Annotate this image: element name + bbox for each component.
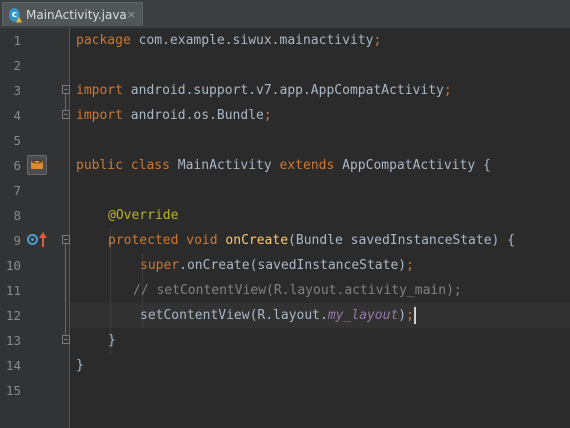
line-number: 8 xyxy=(13,208,21,223)
gutter-row: 12 xyxy=(0,303,70,328)
gutter-row: 11 xyxy=(0,278,70,303)
line-number: 4 xyxy=(13,108,21,123)
gutter-row: 1 xyxy=(0,28,70,53)
xml-tag-icon xyxy=(31,158,43,169)
code-line-4: import android.os.Bundle; xyxy=(76,103,272,128)
code-line-11: // setContentView(R.layout.activity_main… xyxy=(133,278,462,303)
code-line-10: super.onCreate(savedInstanceState); xyxy=(140,253,414,278)
method-params: (Bundle savedInstanceState) { xyxy=(288,233,516,248)
code-line-8: @Override xyxy=(108,203,178,228)
fold-bracket xyxy=(65,244,66,335)
semicolon: ; xyxy=(406,308,414,323)
fold-end-imports-icon[interactable] xyxy=(62,110,70,119)
code-line-13: } xyxy=(108,328,116,353)
keyword: super xyxy=(140,258,180,273)
line-number: 13 xyxy=(5,333,21,348)
import-path: android.support.v7.app.AppCompatActivity xyxy=(122,83,444,98)
line-number: 5 xyxy=(13,133,21,148)
semicolon: ; xyxy=(263,108,272,123)
layout-field: my_layout xyxy=(327,308,399,323)
line-number: 1 xyxy=(13,33,21,48)
java-class-icon: c xyxy=(9,7,20,22)
tab-title: MainActivity.java xyxy=(26,7,127,22)
brace: { xyxy=(483,158,491,173)
brace: } xyxy=(76,358,84,373)
fold-end-method-icon[interactable] xyxy=(62,335,70,344)
method-call: setContentView(R.layout. xyxy=(140,308,328,323)
code-editor[interactable]: package com.example.siwux.mainactivity; … xyxy=(70,28,570,428)
line-number: 3 xyxy=(13,83,21,98)
gutter-row: 14 xyxy=(0,353,70,378)
code-line-9: protected void onCreate(Bundle savedInst… xyxy=(108,228,515,253)
line-number: 15 xyxy=(5,383,21,398)
close-paren: ) xyxy=(398,308,407,323)
line-number: 6 xyxy=(13,158,21,173)
keyword: class xyxy=(130,158,170,173)
fold-bracket xyxy=(65,94,66,110)
method-call: .onCreate(savedInstanceState) xyxy=(179,258,407,273)
text-caret xyxy=(413,307,416,324)
gutter-row: 7 xyxy=(0,178,70,203)
code-line-3: import android.support.v7.app.AppCompatA… xyxy=(76,78,452,103)
ide-editor-window: c MainActivity.java × 1 2 3 4 5 6 7 xyxy=(0,0,570,428)
keyword: package xyxy=(76,33,131,48)
gutter-row: 13 xyxy=(0,328,70,353)
gutter-row: 5 xyxy=(0,128,70,153)
method-name: onCreate xyxy=(225,233,289,248)
gutter-row: 6 xyxy=(0,153,70,178)
tab-main-activity[interactable]: c MainActivity.java × xyxy=(2,2,143,26)
code-line-12: setContentView(R.layout.my_layout); xyxy=(140,303,416,328)
keyword: extends xyxy=(279,158,335,173)
semicolon: ; xyxy=(406,258,414,273)
override-method-icon[interactable] xyxy=(27,234,38,245)
gutter-row: 8 xyxy=(0,203,70,228)
annotation: @Override xyxy=(108,208,179,223)
line-number: 9 xyxy=(13,233,21,248)
editor-gutter: 1 2 3 4 5 6 7 8 9 xyxy=(0,28,70,428)
package-name: com.example.siwux.mainactivity xyxy=(130,33,374,48)
gutter-row: 15 xyxy=(0,378,70,403)
line-number: 7 xyxy=(13,183,21,198)
brace: } xyxy=(108,333,116,348)
line-number: 2 xyxy=(13,58,21,73)
parent-class: AppCompatActivity xyxy=(342,158,476,173)
fold-imports-icon[interactable] xyxy=(62,85,70,94)
line-comment: // setContentView(R.layout.activity_main… xyxy=(133,283,462,298)
code-line-1: package com.example.siwux.mainactivity; xyxy=(76,28,381,53)
override-up-arrow-icon[interactable] xyxy=(39,232,47,248)
line-number: 14 xyxy=(5,358,21,373)
keyword: import xyxy=(76,83,123,98)
keyword: import xyxy=(76,108,123,123)
gutter-row: 2 xyxy=(0,53,70,78)
editor-tab-bar: c MainActivity.java × xyxy=(0,0,570,29)
fold-method-icon[interactable] xyxy=(62,235,70,244)
gutter-row: 9 xyxy=(0,228,70,253)
keyword: protected xyxy=(108,233,179,248)
code-line-14: } xyxy=(76,353,84,378)
code-line-6: public class MainActivity extends AppCom… xyxy=(76,153,491,178)
gutter-row: 10 xyxy=(0,253,70,278)
semicolon: ; xyxy=(443,83,452,98)
gutter-row: 4 xyxy=(0,103,70,128)
gutter-row: 3 xyxy=(0,78,70,103)
class-name: MainActivity xyxy=(177,158,272,173)
layout-resource-icon[interactable] xyxy=(27,155,47,175)
semicolon: ; xyxy=(373,33,382,48)
import-path: android.os.Bundle xyxy=(122,108,264,123)
keyword: public xyxy=(76,158,123,173)
line-number: 11 xyxy=(5,283,21,298)
line-number: 10 xyxy=(5,258,21,273)
line-number: 12 xyxy=(5,308,21,323)
close-tab-icon[interactable]: × xyxy=(127,8,136,21)
keyword: void xyxy=(186,233,218,248)
